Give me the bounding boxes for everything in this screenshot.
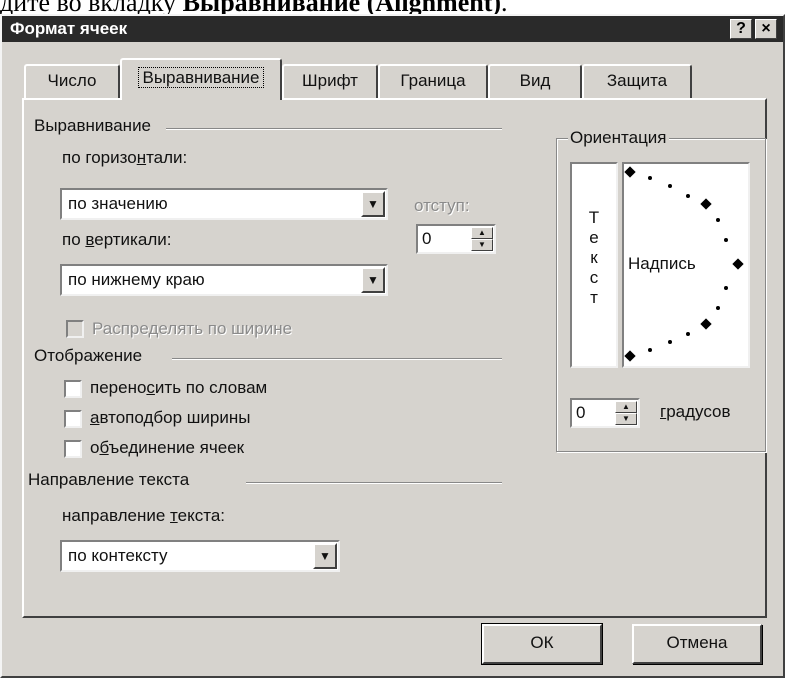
window-title: Формат ячеек [10, 19, 128, 38]
chevron-down-icon[interactable]: ▼ [361, 267, 385, 293]
merge-label: объединение ячеек [90, 438, 245, 457]
distribute-checkbox[interactable] [66, 320, 84, 338]
direction-separator [246, 482, 502, 484]
vertical-letter: Т [588, 208, 600, 227]
orientation-dial[interactable]: Надпись [622, 162, 750, 368]
tab-protection-label: Защита [606, 71, 668, 90]
vertical-letter: т [590, 288, 598, 307]
tab-alignment[interactable]: Выравнивание [120, 58, 282, 100]
dial-dot [668, 184, 672, 188]
dial-dot [686, 194, 690, 198]
tab-view[interactable]: Вид [488, 64, 582, 98]
dial-dot [648, 348, 652, 352]
tab-protection[interactable]: Защита [582, 64, 692, 98]
alignment-separator [166, 128, 502, 130]
vertical-label: по вертикали: [62, 230, 172, 249]
spin-down-icon[interactable]: ▼ [615, 413, 637, 425]
close-button[interactable]: × [755, 19, 777, 39]
direction-select[interactable]: по контексту ▼ [60, 540, 340, 572]
dial-dot [724, 238, 728, 242]
cancel-button[interactable]: Отмена [632, 624, 762, 664]
inscription-label: Надпись [628, 254, 696, 273]
dial-dot [716, 218, 720, 222]
tab-number[interactable]: Число [24, 64, 120, 98]
tab-font[interactable]: Шрифт [282, 64, 378, 98]
selected-angle-marker-icon[interactable] [732, 258, 744, 270]
vertical-text-toggle[interactable]: Т е к с т [570, 162, 618, 368]
direction-section-title: Направление текста [28, 470, 190, 489]
vertical-letter: к [590, 248, 598, 267]
wrap-checkbox[interactable] [64, 380, 82, 398]
tab-view-label: Вид [519, 71, 551, 90]
direction-label: направление текста: [62, 506, 226, 525]
angle-marker-icon [700, 318, 712, 330]
horizontal-select-value: по значению [68, 194, 168, 213]
dial-dot [648, 176, 652, 180]
merge-checkbox[interactable] [64, 440, 82, 458]
display-separator [172, 358, 502, 360]
angle-marker-icon [624, 166, 636, 178]
indent-label: отступ: [414, 196, 470, 215]
wrap-label: переносить по словам [90, 378, 268, 397]
autofit-checkbox[interactable] [64, 410, 82, 428]
vertical-letter: е [589, 228, 599, 247]
distribute-label: Распределять по ширине [92, 319, 293, 338]
tab-alignment-label: Выравнивание [138, 67, 264, 88]
angle-marker-icon [700, 198, 712, 210]
tab-font-label: Шрифт [302, 71, 358, 90]
orientation-section-title: Ориентация [568, 128, 669, 148]
format-cells-dialog: Формат ячеек ? × Число Выравнивание Шриф… [0, 14, 785, 678]
indent-spinner[interactable]: 0 ▲ ▼ [416, 224, 496, 254]
chevron-down-icon[interactable]: ▼ [361, 191, 385, 217]
tab-number-label: Число [47, 71, 97, 90]
chevron-down-icon[interactable]: ▼ [313, 543, 337, 569]
vertical-letter: с [589, 268, 599, 287]
dial-dot [686, 332, 690, 336]
degrees-value: 0 [576, 403, 586, 422]
degrees-label: градусов [660, 402, 731, 421]
tab-border-label: Граница [400, 71, 466, 90]
alignment-panel: Выравнивание по горизонтали: по значению… [22, 98, 767, 618]
autofit-label: автоподбор ширины [90, 408, 251, 427]
dial-dot [724, 286, 728, 290]
help-button[interactable]: ? [730, 19, 752, 39]
ok-button[interactable]: ОК [481, 623, 603, 665]
direction-select-value: по контексту [68, 546, 168, 565]
title-bar: Формат ячеек [2, 16, 783, 42]
dial-dot [668, 340, 672, 344]
display-section-title: Отображение [34, 346, 143, 365]
spin-down-icon[interactable]: ▼ [471, 239, 493, 251]
angle-marker-icon [624, 350, 636, 362]
spin-up-icon[interactable]: ▲ [615, 401, 637, 413]
horizontal-select[interactable]: по значению ▼ [60, 188, 388, 220]
spin-up-icon[interactable]: ▲ [471, 227, 493, 239]
horizontal-label: по горизонтали: [62, 148, 188, 167]
tab-border[interactable]: Граница [378, 64, 488, 98]
degrees-spinner[interactable]: 0 ▲ ▼ [570, 398, 640, 428]
dial-dot [716, 306, 720, 310]
alignment-section-title: Выравнивание [34, 116, 152, 135]
indent-value: 0 [422, 229, 432, 248]
vertical-select-value: по нижнему краю [68, 270, 205, 289]
vertical-select[interactable]: по нижнему краю ▼ [60, 264, 388, 296]
